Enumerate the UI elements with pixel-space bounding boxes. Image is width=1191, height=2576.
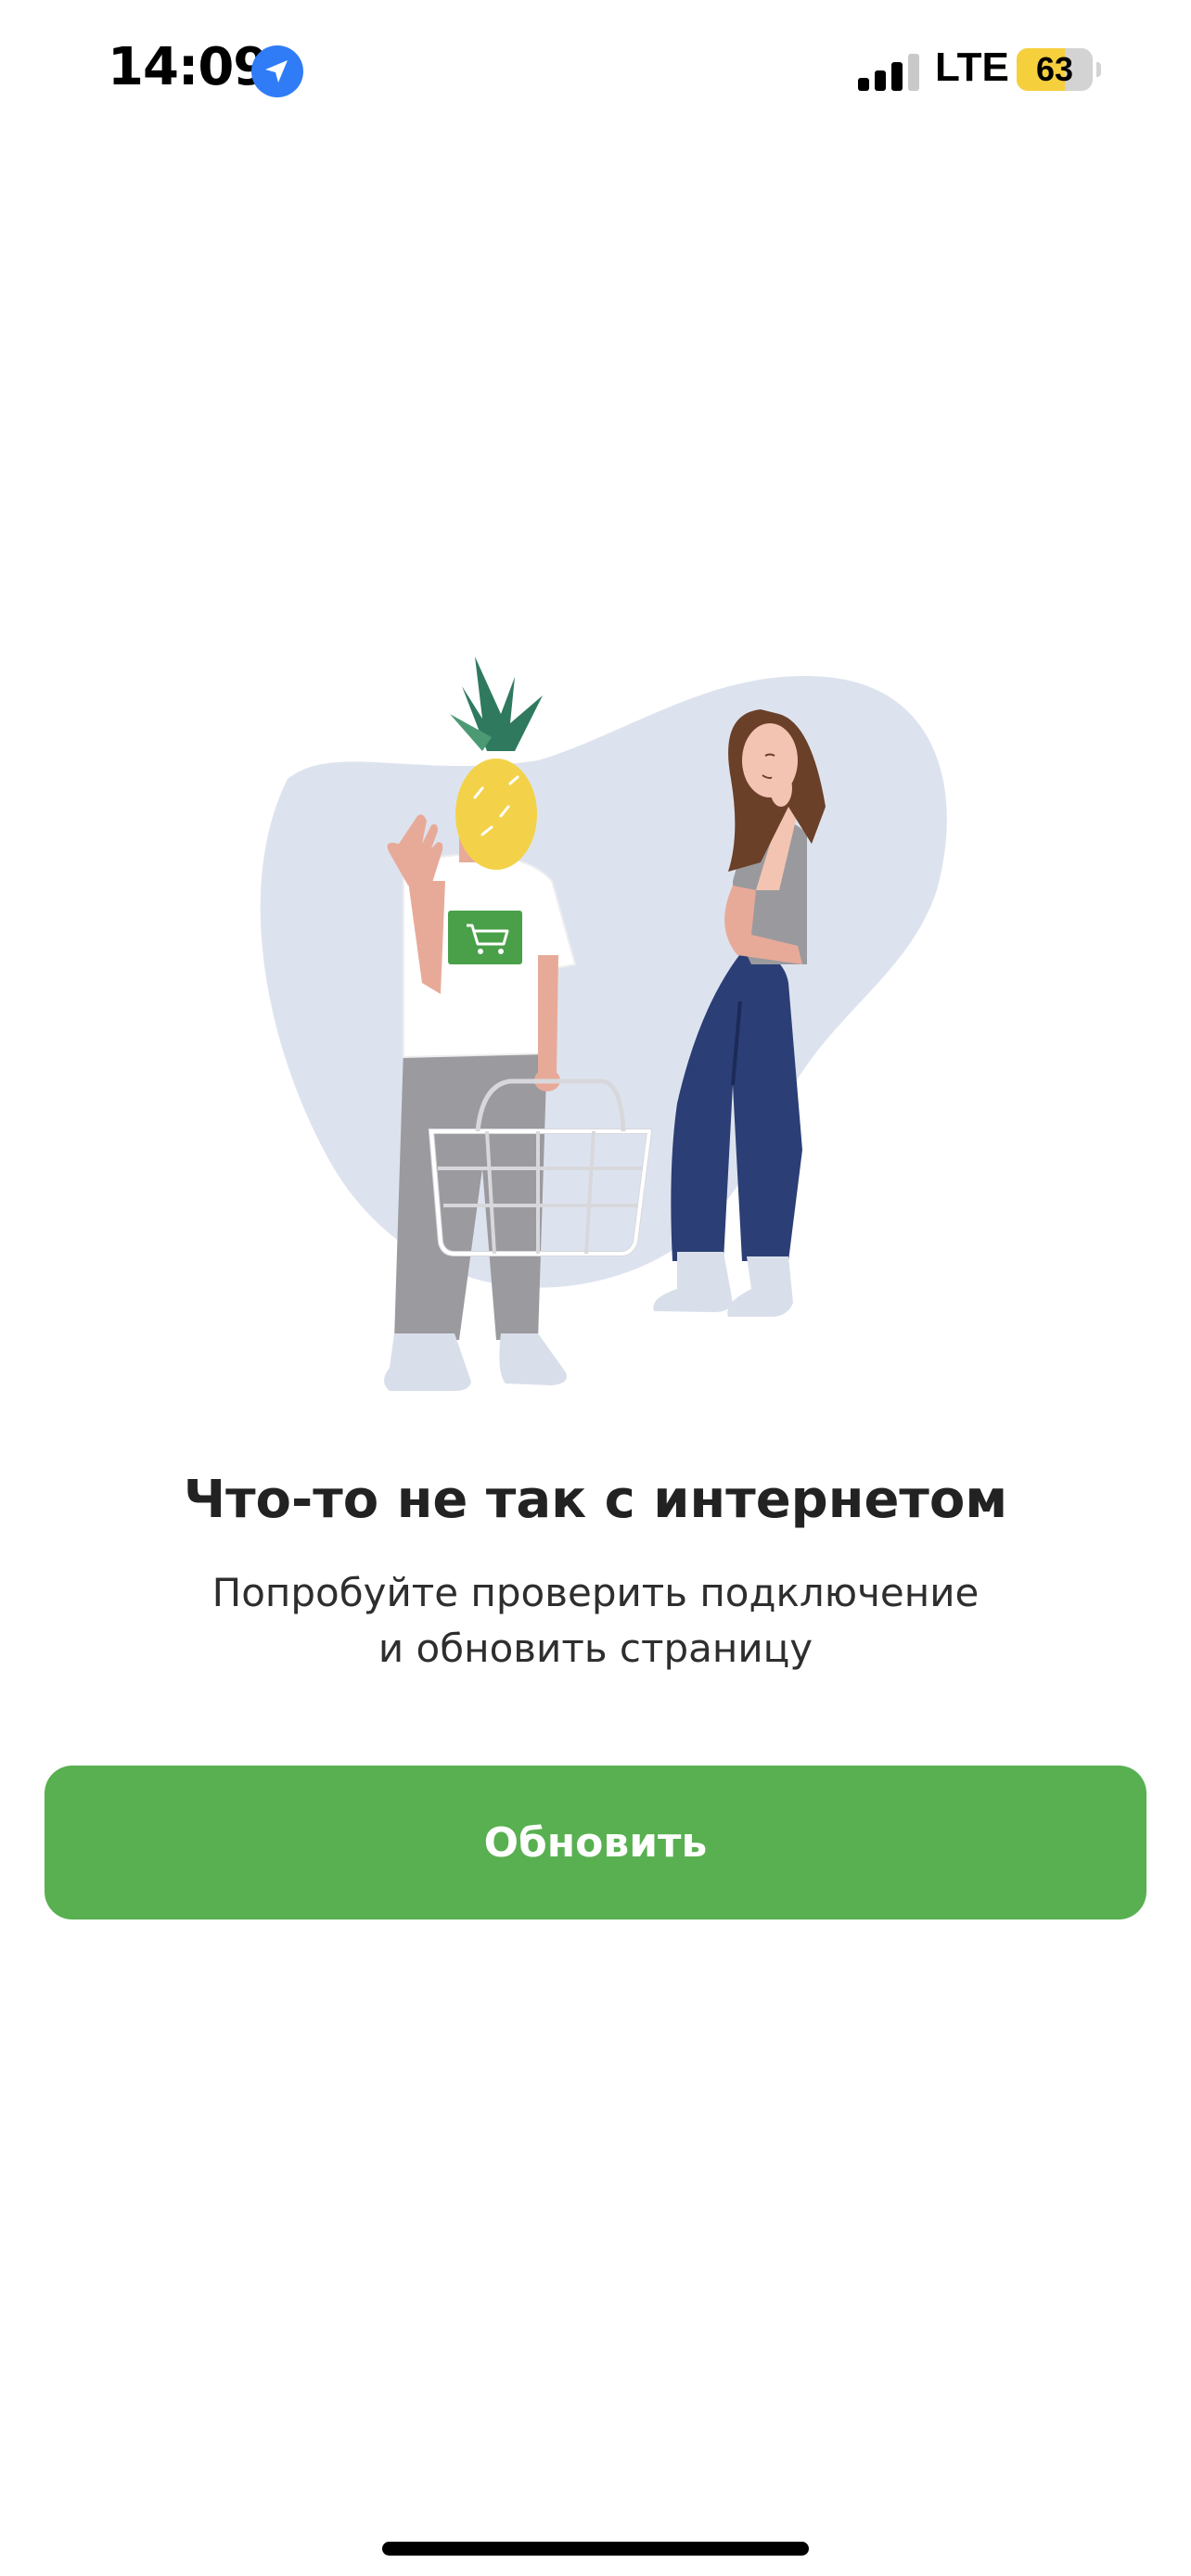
cart-badge: [448, 911, 522, 964]
woman-left-shoe: [653, 1252, 733, 1312]
status-time: 14:09: [108, 37, 269, 97]
location-arrow-icon: [251, 45, 303, 97]
background-blob: [260, 676, 947, 1288]
cellular-signal-icon: [858, 54, 919, 91]
man-pants: [394, 1048, 547, 1340]
battery-body: 63: [1017, 48, 1093, 91]
error-message-line-2: и обновить страницу: [378, 1626, 813, 1671]
error-message-line-1: Попробуйте проверить подключение: [211, 1570, 980, 1615]
error-message: Попробуйте проверить подключение и обнов…: [132, 1565, 1059, 1677]
home-indicator[interactable]: [382, 2542, 809, 2556]
man-left-shoe: [384, 1333, 471, 1391]
woman-right-shoe: [727, 1256, 793, 1317]
network-type-label: LTE: [935, 45, 1009, 90]
no-connection-illustration: [260, 657, 947, 1391]
pineapple-head: [455, 759, 537, 870]
battery-level: 63: [1035, 50, 1074, 88]
battery-cap: [1096, 62, 1101, 77]
error-title: Что-то не так с интернетом: [183, 1470, 1008, 1530]
man-right-shoe: [499, 1333, 567, 1385]
battery-indicator: 63: [1017, 48, 1101, 91]
refresh-button[interactable]: Обновить: [45, 1766, 1146, 1919]
status-bar: 14:09 LTE 63: [0, 0, 1191, 139]
